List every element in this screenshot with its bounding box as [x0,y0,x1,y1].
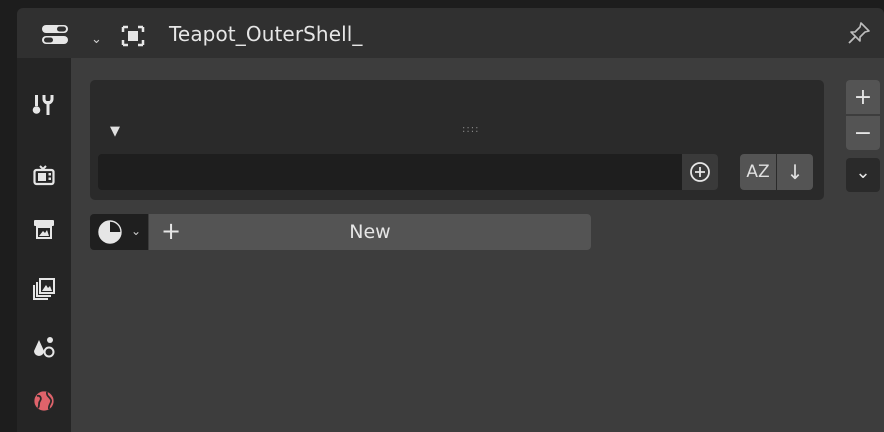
scene-tab[interactable] [23,326,65,368]
filter-input[interactable] [98,154,682,190]
browse-material-button[interactable]: ⌄ [90,214,148,250]
render-icon [33,165,55,186]
chevron-down-icon: ⌄ [131,224,142,238]
new-material-button[interactable]: + New [149,214,591,250]
scene-icon [34,337,55,358]
object-icon [121,25,145,47]
tool-tab[interactable] [23,84,65,126]
output-tab[interactable] [23,208,65,250]
chevron-down-icon: ⌄ [91,32,102,47]
sort-az-icon: AZ [746,162,770,182]
material-sphere-icon [98,220,122,244]
world-tab[interactable] [23,380,65,422]
arrow-down-icon: ↓ [786,160,804,184]
chevron-down-icon: ⌄ [855,161,871,183]
properties-tab-strip [17,58,71,432]
add-material-slot-button[interactable]: + [846,80,880,114]
plus-icon: + [853,84,873,110]
render-tab[interactable] [23,154,65,196]
material-specials-button[interactable]: ⌄ [846,158,880,192]
sort-direction-button[interactable]: ↓ [777,154,813,190]
world-icon [33,390,55,412]
editor-type-button[interactable]: ⌄ [31,18,102,52]
object-name: Teapot_OuterShell_ [169,22,363,46]
properties-header: ⌄ Teapot_OuterShell_ [17,8,884,58]
filter-toggle-button[interactable] [682,154,718,190]
material-slot-list: ▼ :::: AZ ↓ [90,80,824,200]
zoom-in-icon [690,162,710,182]
expand-triangle-icon[interactable]: ▼ [110,124,120,139]
minus-icon: − [853,120,873,146]
new-material-label: New [349,221,391,243]
output-icon [34,220,54,239]
editor-type-icon [42,25,68,44]
list-resize-grip[interactable]: :::: [462,124,479,135]
view-layer-icon [33,278,55,300]
pin-icon[interactable] [846,20,872,46]
view-layer-tab[interactable] [23,268,65,310]
remove-material-slot-button[interactable]: − [846,116,880,150]
properties-editor: ⌄ Teapot_OuterShell_ ▼:::: AZ ↓ + − ⌄ ⌄… [0,0,884,432]
tool-icon [32,95,54,115]
sort-alphabetical-button[interactable]: AZ [740,154,776,190]
material-properties-panel: ▼ :::: AZ ↓ + − ⌄ ⌄ + New [71,58,884,432]
